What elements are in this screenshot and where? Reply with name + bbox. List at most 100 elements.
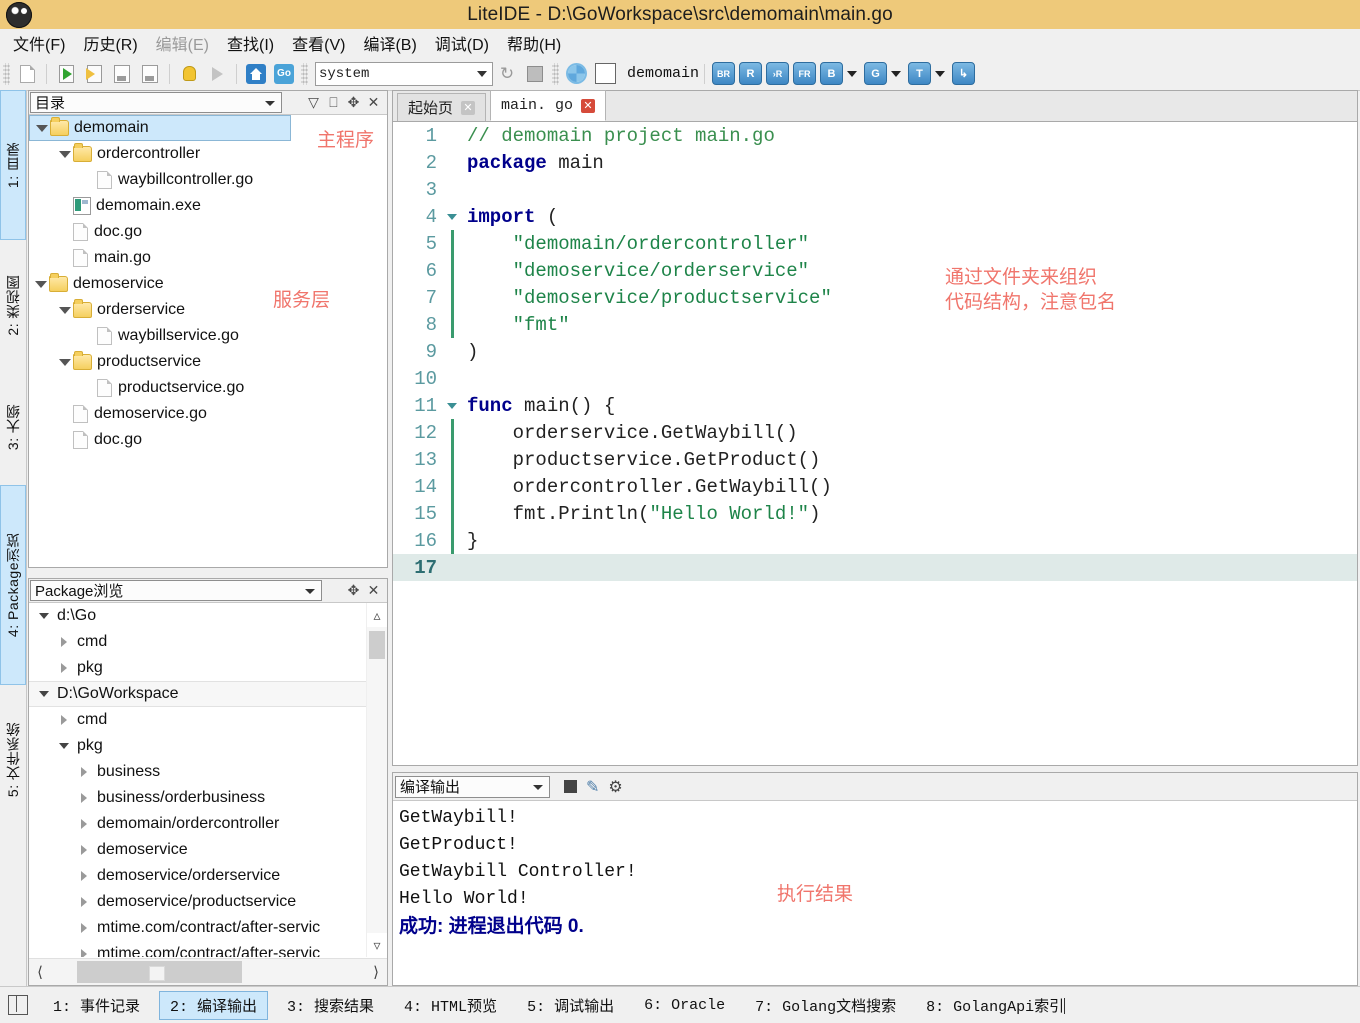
- forward-arrow-icon[interactable]: [205, 62, 229, 86]
- menu-view[interactable]: 查看(V): [283, 29, 354, 57]
- stop-icon[interactable]: [564, 780, 577, 793]
- twisty-closed-icon[interactable]: [75, 923, 93, 933]
- package-dock-combo[interactable]: Package浏览: [30, 580, 322, 601]
- package-row[interactable]: demoservice: [29, 837, 367, 863]
- package-vertical-scrollbar[interactable]: ▵ ▿: [366, 603, 387, 957]
- twisty-closed-icon[interactable]: [75, 871, 93, 881]
- menu-history[interactable]: 历史(R): [74, 29, 146, 57]
- status-tab-golang-doc-search[interactable]: 7: Golang文档搜索: [744, 991, 907, 1020]
- scroll-up-icon[interactable]: ▵: [367, 603, 387, 627]
- environment-combo[interactable]: system: [315, 62, 493, 86]
- tree-row[interactable]: productservice.go: [29, 375, 387, 401]
- scrollbar-track[interactable]: [367, 627, 387, 933]
- package-row[interactable]: pkg: [29, 733, 367, 759]
- hscroll-track[interactable]: [51, 960, 365, 984]
- close-icon[interactable]: ✕: [581, 99, 595, 113]
- twisty-closed-icon[interactable]: [55, 663, 73, 673]
- twisty-open-icon[interactable]: [34, 125, 50, 132]
- build-dropdown-chevron-icon[interactable]: [847, 71, 857, 77]
- sidebar-tab-directory[interactable]: 1: 目录: [0, 90, 26, 240]
- tree-row[interactable]: demomain: [29, 115, 291, 141]
- package-row[interactable]: d:\Go: [29, 603, 367, 629]
- golang-doc-icon[interactable]: Go: [272, 62, 296, 86]
- scroll-right-icon[interactable]: ⟩: [365, 960, 387, 984]
- package-row[interactable]: demomain/ordercontroller: [29, 811, 367, 837]
- tree-row[interactable]: orderservice: [29, 297, 387, 323]
- tree-row[interactable]: waybillservice.go: [29, 323, 387, 349]
- float-icon[interactable]: ✥: [345, 94, 362, 111]
- scrollbar-thumb[interactable]: [369, 631, 385, 659]
- get-dropdown-chevron-icon[interactable]: [891, 71, 901, 77]
- sidebar-tab-filesystem[interactable]: 5: 文件系统: [0, 685, 26, 835]
- tree-row[interactable]: waybillcontroller.go: [29, 167, 387, 193]
- twisty-open-icon[interactable]: [57, 307, 73, 314]
- run-file-button[interactable]: ›R: [766, 62, 789, 85]
- close-icon[interactable]: ✕: [365, 582, 382, 599]
- twisty-open-icon[interactable]: [55, 743, 73, 749]
- open-file-icon[interactable]: [54, 62, 78, 86]
- panel-toggle-icon[interactable]: [8, 995, 28, 1015]
- twisty-open-icon[interactable]: [35, 691, 53, 697]
- twisty-open-icon[interactable]: [35, 613, 53, 619]
- toolbar-grip-2[interactable]: [301, 63, 308, 85]
- save-file-icon[interactable]: [110, 62, 134, 86]
- menu-find[interactable]: 查找(I): [218, 29, 283, 57]
- package-row[interactable]: mtime.com/contract/after-servic: [29, 915, 367, 941]
- package-row[interactable]: mtime.com/contract/after-servic: [29, 941, 367, 957]
- twisty-closed-icon[interactable]: [75, 845, 93, 855]
- test-dropdown-chevron-icon[interactable]: [935, 71, 945, 77]
- menu-help[interactable]: 帮助(H): [498, 29, 570, 57]
- build-and-run-button[interactable]: BR: [712, 62, 735, 85]
- code-lines[interactable]: 1// demomain project main.go2package mai…: [393, 122, 1357, 581]
- status-tab-event-log[interactable]: 1: 事件记录: [42, 991, 151, 1020]
- quickfix-bulb-icon[interactable]: [177, 62, 201, 86]
- package-row[interactable]: cmd: [29, 629, 367, 655]
- twisty-closed-icon[interactable]: [75, 819, 93, 829]
- sidebar-tab-classview[interactable]: 2: 类视图: [0, 240, 26, 370]
- sidebar-tab-package-browser[interactable]: 4: Package浏览: [0, 485, 26, 685]
- status-tab-debug-output[interactable]: 5: 调试输出: [516, 991, 625, 1020]
- window-icon[interactable]: ⎕: [325, 94, 342, 111]
- scroll-left-icon[interactable]: ⟨: [29, 960, 51, 984]
- package-row[interactable]: business: [29, 759, 367, 785]
- twisty-open-icon[interactable]: [33, 281, 49, 288]
- hscroll-thumb[interactable]: [77, 961, 242, 983]
- tree-row[interactable]: main.go: [29, 245, 387, 271]
- twisty-closed-icon[interactable]: [55, 637, 73, 647]
- custom-action-button[interactable]: ↳: [952, 62, 975, 85]
- close-icon[interactable]: ✕: [365, 94, 382, 111]
- target-checkbox[interactable]: [592, 62, 618, 86]
- twisty-open-icon[interactable]: [57, 151, 73, 158]
- sidebar-tab-outline[interactable]: 3: 大纲: [0, 370, 26, 485]
- package-row[interactable]: demoservice/orderservice: [29, 863, 367, 889]
- status-tab-search-results[interactable]: 3: 搜索结果: [276, 991, 385, 1020]
- get-button[interactable]: G: [864, 62, 887, 85]
- build-output-body[interactable]: GetWaybill!GetProduct!GetWaybill Control…: [393, 801, 1357, 985]
- menu-debug[interactable]: 调试(D): [426, 29, 498, 57]
- clear-icon[interactable]: ✎: [586, 777, 599, 797]
- menu-file[interactable]: 文件(F): [4, 29, 74, 57]
- tree-row[interactable]: demomain.exe: [29, 193, 387, 219]
- close-icon[interactable]: ✕: [461, 101, 475, 115]
- twisty-closed-icon[interactable]: [55, 715, 73, 725]
- package-row[interactable]: business/orderbusiness: [29, 785, 367, 811]
- reload-env-icon[interactable]: ↻: [495, 62, 519, 86]
- package-row[interactable]: cmd: [29, 707, 367, 733]
- tree-row[interactable]: demoservice.go: [29, 401, 387, 427]
- package-row[interactable]: pkg: [29, 655, 367, 681]
- menu-build[interactable]: 编译(B): [354, 29, 425, 57]
- tree-row[interactable]: demoservice: [29, 271, 387, 297]
- stop-build-icon[interactable]: [523, 62, 547, 86]
- fold-toggle-icon[interactable]: [445, 403, 459, 409]
- float-icon[interactable]: ✥: [345, 582, 362, 599]
- gear-icon[interactable]: ⚙: [608, 777, 622, 797]
- home-icon[interactable]: [244, 62, 268, 86]
- package-tree[interactable]: d:\GocmdpkgD:\GoWorkspacecmdpkgbusinessb…: [29, 603, 367, 957]
- new-file-icon[interactable]: [15, 62, 39, 86]
- test-button[interactable]: T: [908, 62, 931, 85]
- status-tab-html-preview[interactable]: 4: HTML预览: [393, 991, 508, 1020]
- twisty-closed-icon[interactable]: [75, 793, 93, 803]
- status-tab-golang-api-index[interactable]: 8: GolangApi索引: [915, 991, 1076, 1020]
- build-output-combo[interactable]: 编译输出: [395, 776, 550, 798]
- package-row[interactable]: D:\GoWorkspace: [29, 681, 367, 707]
